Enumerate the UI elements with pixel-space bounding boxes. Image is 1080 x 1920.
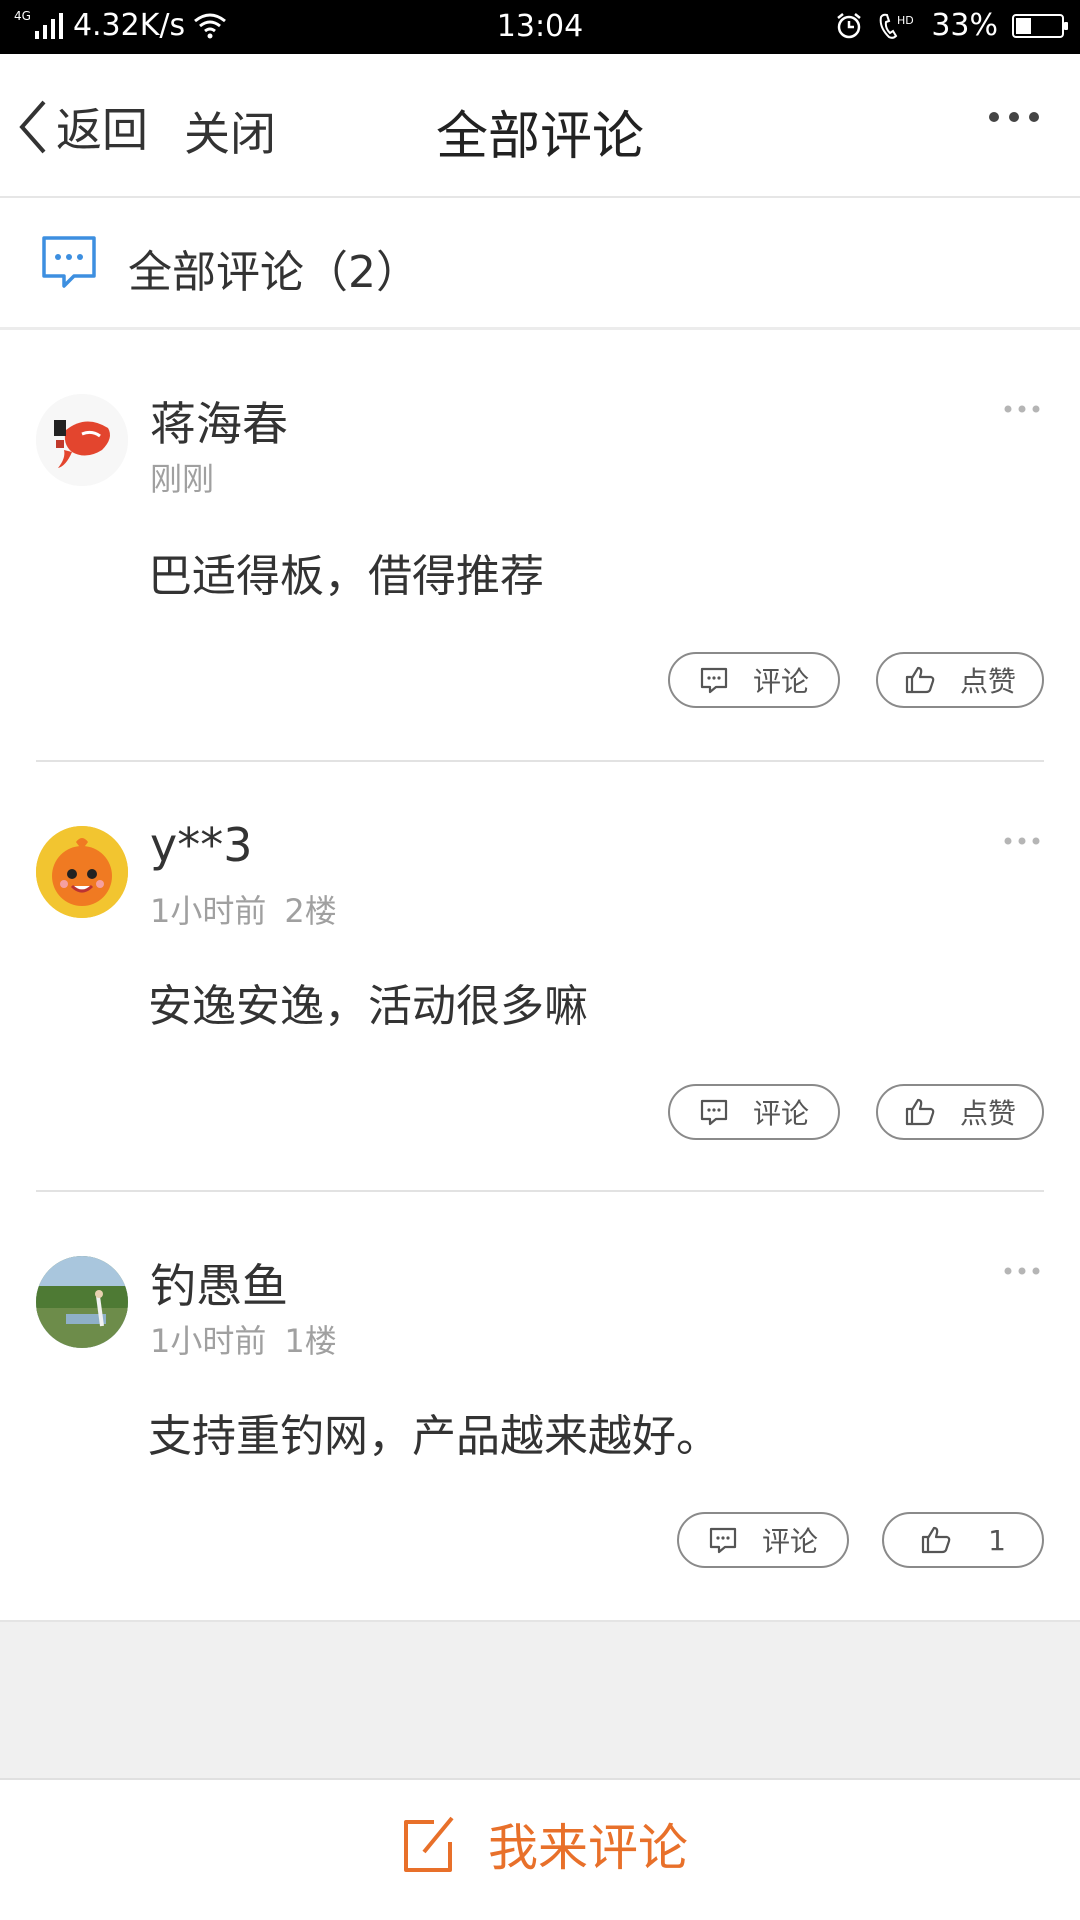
status-bar: 4G 4.32K/s 13:04 HD 33%	[0, 0, 1080, 54]
comment-meta: 刚刚	[150, 454, 214, 500]
battery-percent: 33%	[931, 8, 998, 43]
comment-time: 刚刚	[150, 460, 215, 498]
write-comment-label: 我来评论	[488, 1819, 688, 1877]
comment-text: 巴适得板，借得推荐	[148, 551, 544, 602]
reply-button[interactable]: 评论	[668, 652, 840, 708]
comment-text: 安逸安逸，活动很多嘛	[148, 981, 588, 1032]
edit-icon	[404, 1816, 454, 1872]
comment-meta: 1小时前 1楼	[150, 1316, 337, 1362]
more-options-icon[interactable]	[1004, 404, 1040, 414]
comments-count-title: 全部评论（2）	[128, 247, 420, 298]
avatar[interactable]	[36, 394, 128, 486]
comment-bubble-icon	[42, 236, 96, 288]
svg-text:HD: HD	[897, 14, 914, 27]
comment-item: 钓愚鱼 1小时前 1楼 支持重钓网，产品越来越好。 评论 1	[0, 1192, 1080, 1620]
hd-call-icon: HD	[880, 13, 914, 39]
like-label: 点赞	[959, 665, 1016, 698]
battery-fill	[1016, 17, 1031, 34]
battery-icon	[1012, 13, 1068, 38]
like-label: 点赞	[959, 1097, 1016, 1130]
comment-time: 1小时前	[150, 892, 267, 930]
more-options-icon[interactable]	[1004, 1266, 1040, 1276]
comment-author[interactable]: 蒋海春	[150, 388, 288, 454]
comment-icon	[709, 1527, 737, 1554]
avatar[interactable]	[36, 1256, 128, 1348]
more-options-icon[interactable]	[1004, 836, 1040, 846]
reply-label: 评论	[752, 1097, 809, 1130]
comment-icon	[700, 667, 728, 694]
comment-floor: 1楼	[284, 1322, 337, 1360]
comment-item: y**3 1小时前 2楼 安逸安逸，活动很多嘛 评论 点赞	[0, 762, 1080, 1192]
comment-author[interactable]: 钓愚鱼	[150, 1250, 288, 1316]
like-count: 1	[988, 1523, 1006, 1557]
comment-time: 1小时前	[150, 1322, 267, 1360]
comment-author[interactable]: y**3	[150, 818, 253, 872]
like-button[interactable]: 1	[882, 1512, 1044, 1568]
like-button[interactable]: 点赞	[876, 652, 1044, 708]
thumbs-up-icon	[905, 666, 935, 694]
status-right: HD 33%	[835, 8, 1068, 43]
avatar[interactable]	[36, 826, 128, 918]
comments-header: 全部评论（2）	[0, 198, 1080, 330]
mascot-avatar-image	[36, 826, 128, 918]
comment-item: 蒋海春 刚刚 巴适得板，借得推荐 评论 点赞	[0, 330, 1080, 762]
reply-label: 评论	[761, 1525, 818, 1558]
comment-icon	[700, 1099, 728, 1126]
landscape-avatar-image	[36, 1256, 128, 1348]
write-comment-button[interactable]: 我来评论	[400, 1808, 688, 1880]
thumbs-up-icon	[921, 1526, 951, 1554]
koi-avatar-image	[36, 394, 128, 486]
reply-button[interactable]: 评论	[668, 1084, 840, 1140]
reply-button[interactable]: 评论	[677, 1512, 849, 1568]
comment-meta: 1小时前 2楼	[150, 886, 337, 932]
comment-floor: 2楼	[284, 892, 337, 930]
thumbs-up-icon	[905, 1098, 935, 1126]
like-button[interactable]: 点赞	[876, 1084, 1044, 1140]
more-icon[interactable]	[988, 110, 1040, 124]
alarm-icon	[837, 12, 862, 38]
empty-area	[0, 1620, 1080, 1778]
reply-label: 评论	[752, 665, 809, 698]
page-title: 全部评论	[435, 107, 644, 167]
comment-text: 支持重钓网，产品越来越好。	[148, 1411, 720, 1462]
nav-bar: 返回 关闭 全部评论	[0, 54, 1080, 198]
bottom-bar: 我来评论	[0, 1778, 1080, 1920]
